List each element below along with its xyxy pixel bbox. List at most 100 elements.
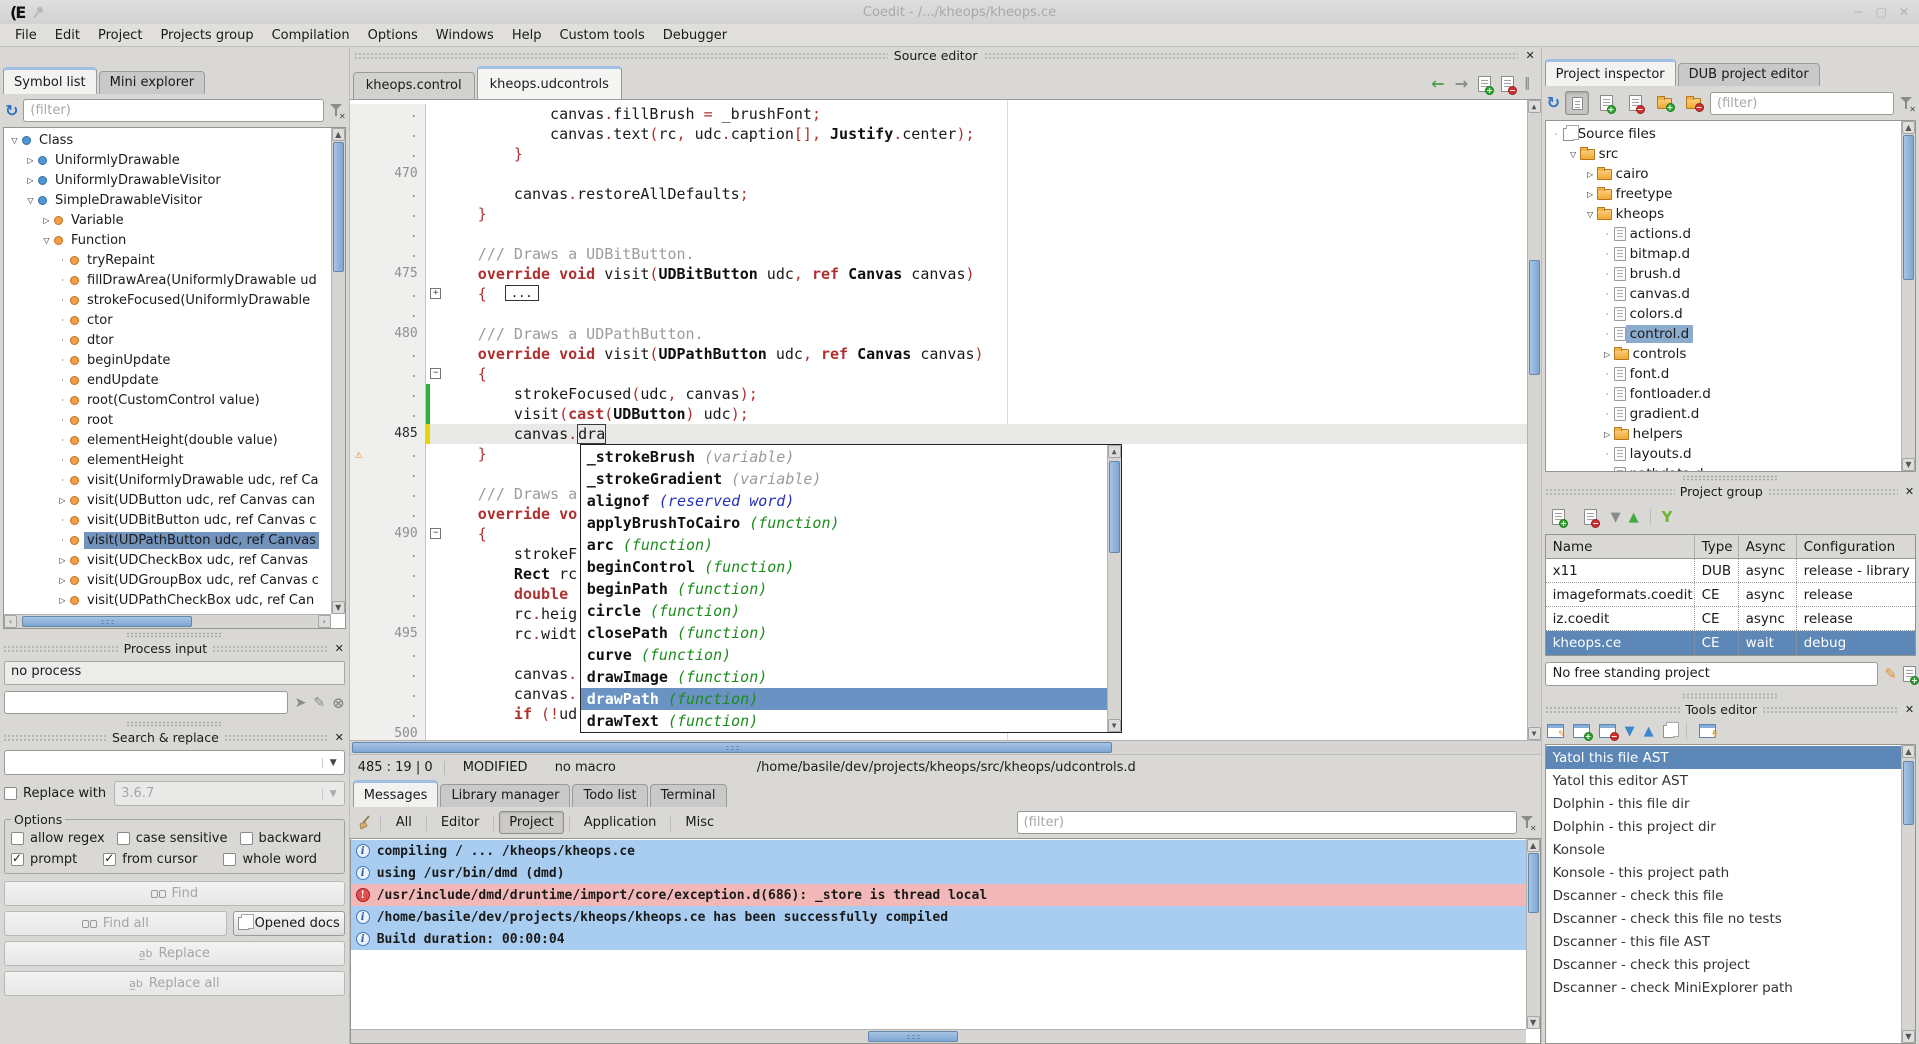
tree-closed-arrow-icon[interactable]: ▷	[56, 556, 69, 565]
splitter-handle[interactable]	[1545, 690, 1916, 701]
file-tree-row[interactable]: ▽src	[1546, 144, 1901, 164]
completion-item[interactable]: drawText(function)	[581, 710, 1107, 732]
code-line[interactable]: . override void visit(UDPathButton udc, …	[350, 344, 1541, 364]
tree-closed-arrow-icon[interactable]: ▷	[40, 216, 53, 225]
edit-pencil-icon[interactable]: ✎	[1884, 665, 1897, 683]
send-input-icon[interactable]: ➤	[295, 695, 307, 711]
checkbox[interactable]	[11, 853, 24, 866]
symbol-tree-row[interactable]: ·elementHeight	[4, 450, 331, 470]
file-tree-row[interactable]: ·colors.d	[1546, 304, 1901, 324]
async-branch-icon[interactable]: Y	[1662, 508, 1673, 526]
code-line[interactable]: . visit(cast(UDButton) udc);	[350, 404, 1541, 424]
clear-filter-icon[interactable]: ✕	[329, 103, 344, 118]
tool-item[interactable]: Konsole	[1546, 838, 1901, 861]
tab-terminal[interactable]: Terminal	[650, 784, 727, 807]
symbol-tree-row[interactable]: ▷UniformlyDrawable	[4, 150, 331, 170]
tool-item[interactable]: Yatol this file AST	[1546, 746, 1901, 769]
scroll-down-icon[interactable]: ▼	[1108, 719, 1121, 732]
code-line[interactable]: . /// Draws a UDBitButton.	[350, 244, 1541, 264]
scroll-thumb[interactable]	[352, 742, 1112, 753]
completion-item[interactable]: alignof(reserved word)	[581, 490, 1107, 512]
filter-toggle-all[interactable]: All	[387, 812, 421, 833]
filter-toggle-project[interactable]: Project	[499, 811, 563, 834]
minimize-icon[interactable]: −	[1854, 5, 1864, 19]
message-row[interactable]: i/home/basile/dev/projects/kheops/kheops…	[351, 906, 1526, 928]
remove-folder-button[interactable]: −	[1681, 91, 1705, 115]
scroll-thumb[interactable]	[1903, 761, 1914, 825]
add-project-button[interactable]: +	[1547, 505, 1571, 529]
scroll-up-icon[interactable]: ▲	[1527, 839, 1540, 852]
file-tree-row[interactable]: ▷controls	[1546, 344, 1901, 364]
code-line[interactable]: .− {	[350, 364, 1541, 384]
option-from-cursor[interactable]: from cursor	[103, 852, 197, 867]
code-line[interactable]: . canvas.fillBrush = _brushFont;	[350, 104, 1541, 124]
code-line[interactable]: . }	[350, 204, 1541, 224]
tree-structure-button[interactable]	[1565, 91, 1589, 115]
scroll-down-icon[interactable]: ▼	[1902, 458, 1915, 471]
completion-item[interactable]: applyBrushToCairo(function)	[581, 512, 1107, 534]
completion-item[interactable]: drawPath(function)	[581, 688, 1107, 710]
scroll-thumb[interactable]	[1529, 260, 1540, 375]
tree-closed-arrow-icon[interactable]: ▷	[1584, 190, 1597, 199]
file-tree-row[interactable]: ▷helpers	[1546, 424, 1901, 444]
scroll-down-icon[interactable]: ▼	[1902, 1030, 1915, 1043]
tool-item[interactable]: Dolphin - this project dir	[1546, 815, 1901, 838]
scroll-down-icon[interactable]: ▼	[1528, 727, 1541, 740]
scroll-right-icon[interactable]: ›	[318, 615, 331, 628]
symbol-tree-row[interactable]: ·strokeFocused(UniformlyDrawable	[4, 290, 331, 310]
menu-item-compilation[interactable]: Compilation	[263, 26, 359, 45]
option-case-sensitive[interactable]: case sensitive	[117, 831, 228, 846]
symbol-tree-row[interactable]: ·dtor	[4, 330, 331, 350]
code-editor[interactable]: . canvas.fillBrush = _brushFont;. canvas…	[350, 100, 1541, 740]
move-up-icon[interactable]: ▲	[1644, 725, 1654, 738]
tree-open-arrow-icon[interactable]: ▽	[40, 236, 53, 245]
splitter-handle[interactable]	[1545, 472, 1916, 483]
messages-hscrollbar[interactable]	[351, 1029, 1526, 1043]
file-tree-row[interactable]: ·brush.d	[1546, 264, 1901, 284]
file-tree-row[interactable]: ·canvas.d	[1546, 284, 1901, 304]
editor-hscrollbar[interactable]	[350, 740, 1541, 754]
menu-item-file[interactable]: File	[6, 26, 46, 45]
completion-item[interactable]: _strokeGradient(variable)	[581, 468, 1107, 490]
tree-closed-arrow-icon[interactable]: ▷	[24, 156, 37, 165]
symbol-tree-row[interactable]: ▷visit(UDCheckBox udc, ref Canvas	[4, 550, 331, 570]
symbol-tree-row[interactable]: ·root	[4, 410, 331, 430]
checkbox[interactable]	[240, 832, 253, 845]
remove-tool-icon[interactable]: −	[1599, 724, 1616, 738]
process-input-field[interactable]	[4, 691, 288, 714]
option-allow-regex[interactable]: allow regex	[11, 831, 105, 846]
add-file-button[interactable]: +	[1594, 91, 1618, 115]
edit-tool-icon[interactable]: ✎	[1547, 724, 1564, 738]
menu-item-help[interactable]: Help	[503, 26, 551, 45]
scroll-up-icon[interactable]: ▲	[1902, 745, 1915, 758]
file-tree-row[interactable]: ·bitmap.d	[1546, 244, 1901, 264]
message-row[interactable]: iusing /usr/bin/dmd (dmd)	[351, 862, 1526, 884]
scroll-left-icon[interactable]: ‹	[4, 615, 17, 628]
tree-open-arrow-icon[interactable]: ▽	[1584, 210, 1597, 219]
filter-toggle-application[interactable]: Application	[575, 812, 666, 833]
tool-item[interactable]: Yatol this editor AST	[1546, 769, 1901, 792]
replace-all-button[interactable]: a̲b Replace all	[4, 971, 345, 996]
tree-closed-arrow-icon[interactable]: ▷	[24, 176, 37, 185]
scroll-thumb[interactable]	[22, 616, 192, 627]
refresh-icon[interactable]: ↻	[1547, 95, 1560, 111]
symbol-tree-row[interactable]: ·visit(UDBitButton udc, ref Canvas c	[4, 510, 331, 530]
tree-open-arrow-icon[interactable]: ▽	[1567, 150, 1580, 159]
completion-vscrollbar[interactable]: ▲ ▼	[1107, 445, 1121, 732]
move-up-icon[interactable]: ▲	[1629, 511, 1639, 524]
menu-item-projects-group[interactable]: Projects group	[151, 26, 262, 45]
scroll-thumb[interactable]	[1109, 461, 1120, 553]
nav-forward-icon[interactable]: →	[1455, 74, 1468, 93]
tree-open-arrow-icon[interactable]: ▽	[24, 196, 37, 205]
symbol-tree-row[interactable]: ·elementHeight(double value)	[4, 430, 331, 450]
tree-closed-arrow-icon[interactable]: ▷	[56, 496, 69, 505]
search-term-combo[interactable]: ▼	[4, 750, 345, 775]
tree-closed-arrow-icon[interactable]: ▷	[1601, 430, 1614, 439]
code-line[interactable]: . }	[350, 144, 1541, 164]
tool-item[interactable]: Dscanner - check this project	[1546, 953, 1901, 976]
file-tree-row[interactable]: ·actions.d	[1546, 224, 1901, 244]
scroll-up-icon[interactable]: ▲	[1528, 100, 1541, 113]
fold-plus-icon[interactable]: +	[426, 284, 442, 304]
files-filter-input[interactable]	[1710, 92, 1894, 115]
add-tool-icon[interactable]: +	[1573, 724, 1590, 738]
